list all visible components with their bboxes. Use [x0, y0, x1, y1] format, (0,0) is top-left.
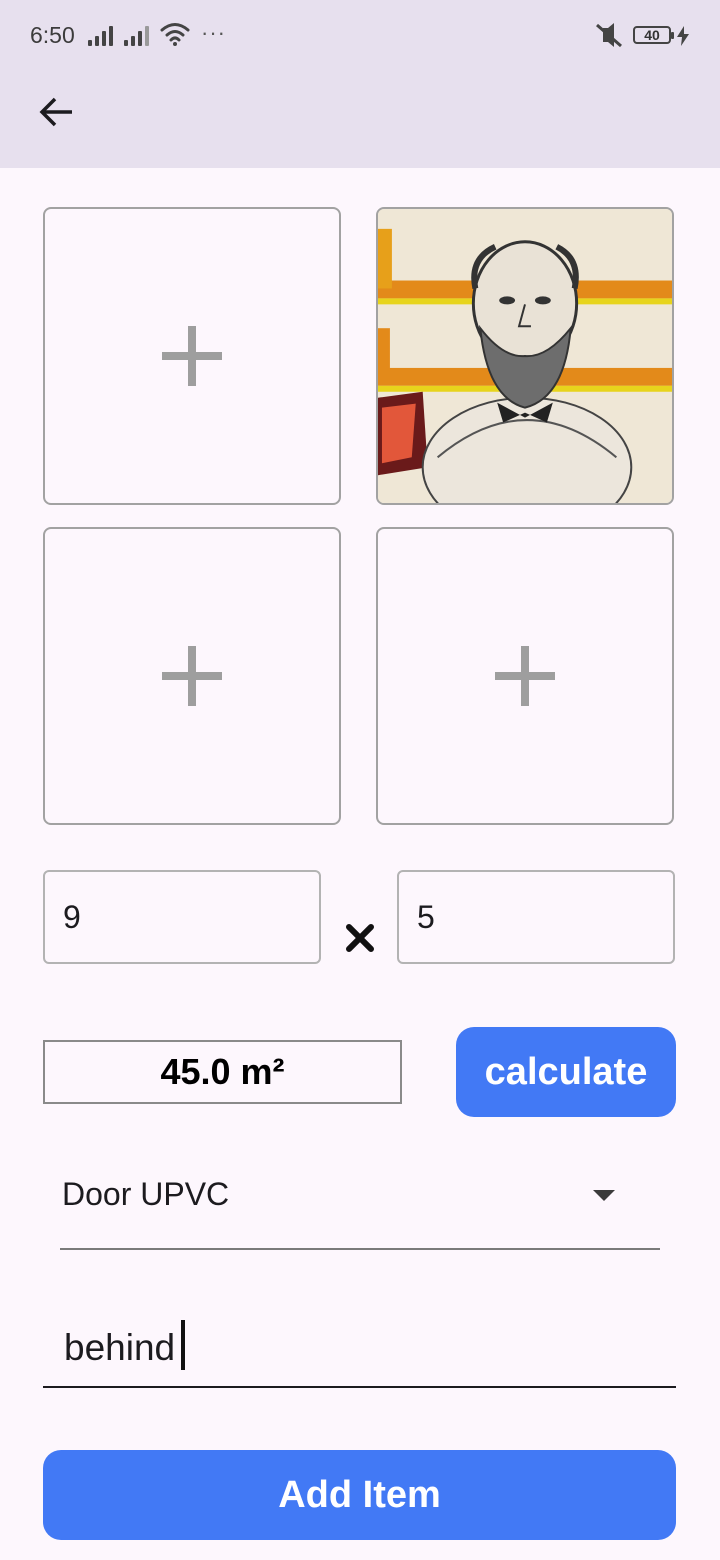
height-input[interactable] [397, 870, 675, 964]
image-slot-3[interactable] [43, 527, 341, 825]
mute-icon [596, 23, 622, 48]
calculate-button[interactable]: calculate [456, 1027, 676, 1117]
add-item-button[interactable]: Add Item [43, 1450, 676, 1540]
app-bar: 6:50 ··· 40 [0, 0, 720, 168]
charging-bolt-icon [677, 26, 689, 46]
image-slot-4[interactable] [376, 527, 674, 825]
text-cursor [181, 1320, 186, 1370]
plus-icon [162, 646, 222, 706]
wifi-icon [160, 23, 190, 46]
note-value: behind [64, 1327, 176, 1368]
dropdown-caret-icon [593, 1190, 615, 1201]
item-type-dropdown[interactable]: Door UPVC [60, 1160, 660, 1250]
plus-icon [162, 326, 222, 386]
plus-icon [495, 646, 555, 706]
arrow-back-icon [39, 97, 72, 127]
multiply-icon [346, 924, 374, 952]
signal-icon [124, 26, 152, 46]
more-dots-icon: ··· [201, 20, 226, 45]
area-result-text: 45.0 m² [160, 1051, 285, 1092]
battery-level: 40 [644, 27, 660, 43]
item-type-value: Door UPVC [62, 1176, 230, 1212]
status-time: 6:50 [30, 22, 75, 48]
portrait-photo [378, 209, 672, 503]
note-input[interactable]: behind [43, 1298, 676, 1388]
battery-icon: 40 [633, 26, 674, 44]
signal-icon [88, 26, 116, 46]
image-slot-2-photo[interactable] [376, 207, 674, 505]
area-result: 45.0 m² [43, 1040, 402, 1104]
image-slot-1[interactable] [43, 207, 341, 505]
back-button[interactable] [34, 92, 78, 132]
width-input[interactable] [43, 870, 321, 964]
